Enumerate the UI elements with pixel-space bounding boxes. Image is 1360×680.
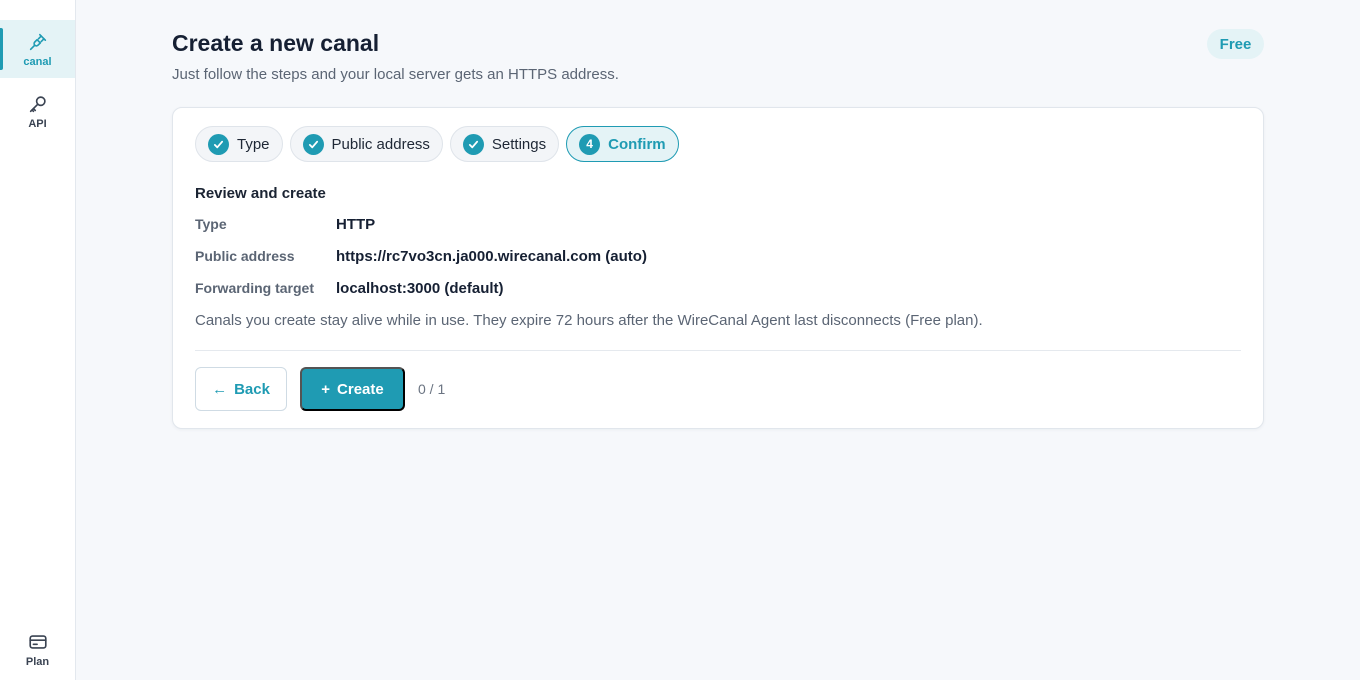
- review-key: Public address: [195, 248, 295, 264]
- review-title: Review and create: [195, 185, 326, 202]
- check-icon: [462, 133, 484, 155]
- step-confirm[interactable]: 4 Confirm: [566, 126, 679, 162]
- step-label: Type: [237, 135, 270, 153]
- plug-icon: [29, 33, 46, 50]
- step-label: Settings: [491, 135, 547, 153]
- sidebar-item-plan[interactable]: Plan: [0, 620, 75, 678]
- step-label: Public address: [331, 135, 430, 153]
- create-canal-card: Type Public address Settings 4 Confirm R…: [172, 107, 1264, 429]
- create-label: Create: [337, 380, 384, 398]
- sidebar-item-label: Plan: [25, 655, 50, 668]
- review-value: HTTP: [336, 216, 376, 233]
- sidebar-item-label: API: [28, 117, 47, 130]
- review-key: Type: [195, 216, 227, 232]
- review-row-forwarding-target: Forwarding target localhost:3000 (defaul…: [195, 280, 504, 297]
- review-value: https://rc7vo3cn.ja000.wirecanal.com (au…: [336, 248, 647, 265]
- create-button[interactable]: + Create: [300, 367, 405, 411]
- step-settings[interactable]: Settings: [449, 126, 560, 162]
- review-value: localhost:3000 (default): [336, 280, 504, 297]
- sidebar-item-api[interactable]: API: [0, 82, 75, 140]
- credit-card-icon: [28, 634, 47, 649]
- review-key: Forwarding target: [195, 280, 315, 296]
- divider: [195, 350, 1241, 351]
- plan-badge: Free: [1207, 29, 1264, 59]
- key-icon: [29, 95, 46, 112]
- stepper: Type Public address Settings 4 Confirm: [195, 126, 679, 162]
- back-label: Back: [234, 380, 270, 398]
- sidebar: canal API Plan: [0, 0, 76, 680]
- sidebar-item-label: canal: [23, 55, 52, 68]
- back-button[interactable]: ← Back: [195, 367, 287, 411]
- step-public-address[interactable]: Public address: [289, 126, 443, 162]
- sidebar-item-canal[interactable]: canal: [0, 20, 75, 78]
- check-icon: [208, 133, 229, 155]
- step-number: 4: [579, 133, 601, 155]
- check-icon: [302, 133, 324, 155]
- review-row-type: Type HTTP: [195, 216, 375, 233]
- arrow-left-icon: ←: [212, 380, 228, 398]
- page-subtitle: Just follow the steps and your local ser…: [172, 66, 619, 83]
- step-type[interactable]: Type: [195, 126, 283, 162]
- canal-counter: 0 / 1: [418, 381, 446, 397]
- step-label: Confirm: [608, 135, 666, 153]
- expiry-note: Canals you create stay alive while in us…: [195, 312, 983, 329]
- plus-icon: +: [321, 380, 331, 398]
- page-title: Create a new canal: [172, 30, 380, 56]
- review-row-public-address: Public address https://rc7vo3cn.ja000.wi…: [195, 248, 647, 265]
